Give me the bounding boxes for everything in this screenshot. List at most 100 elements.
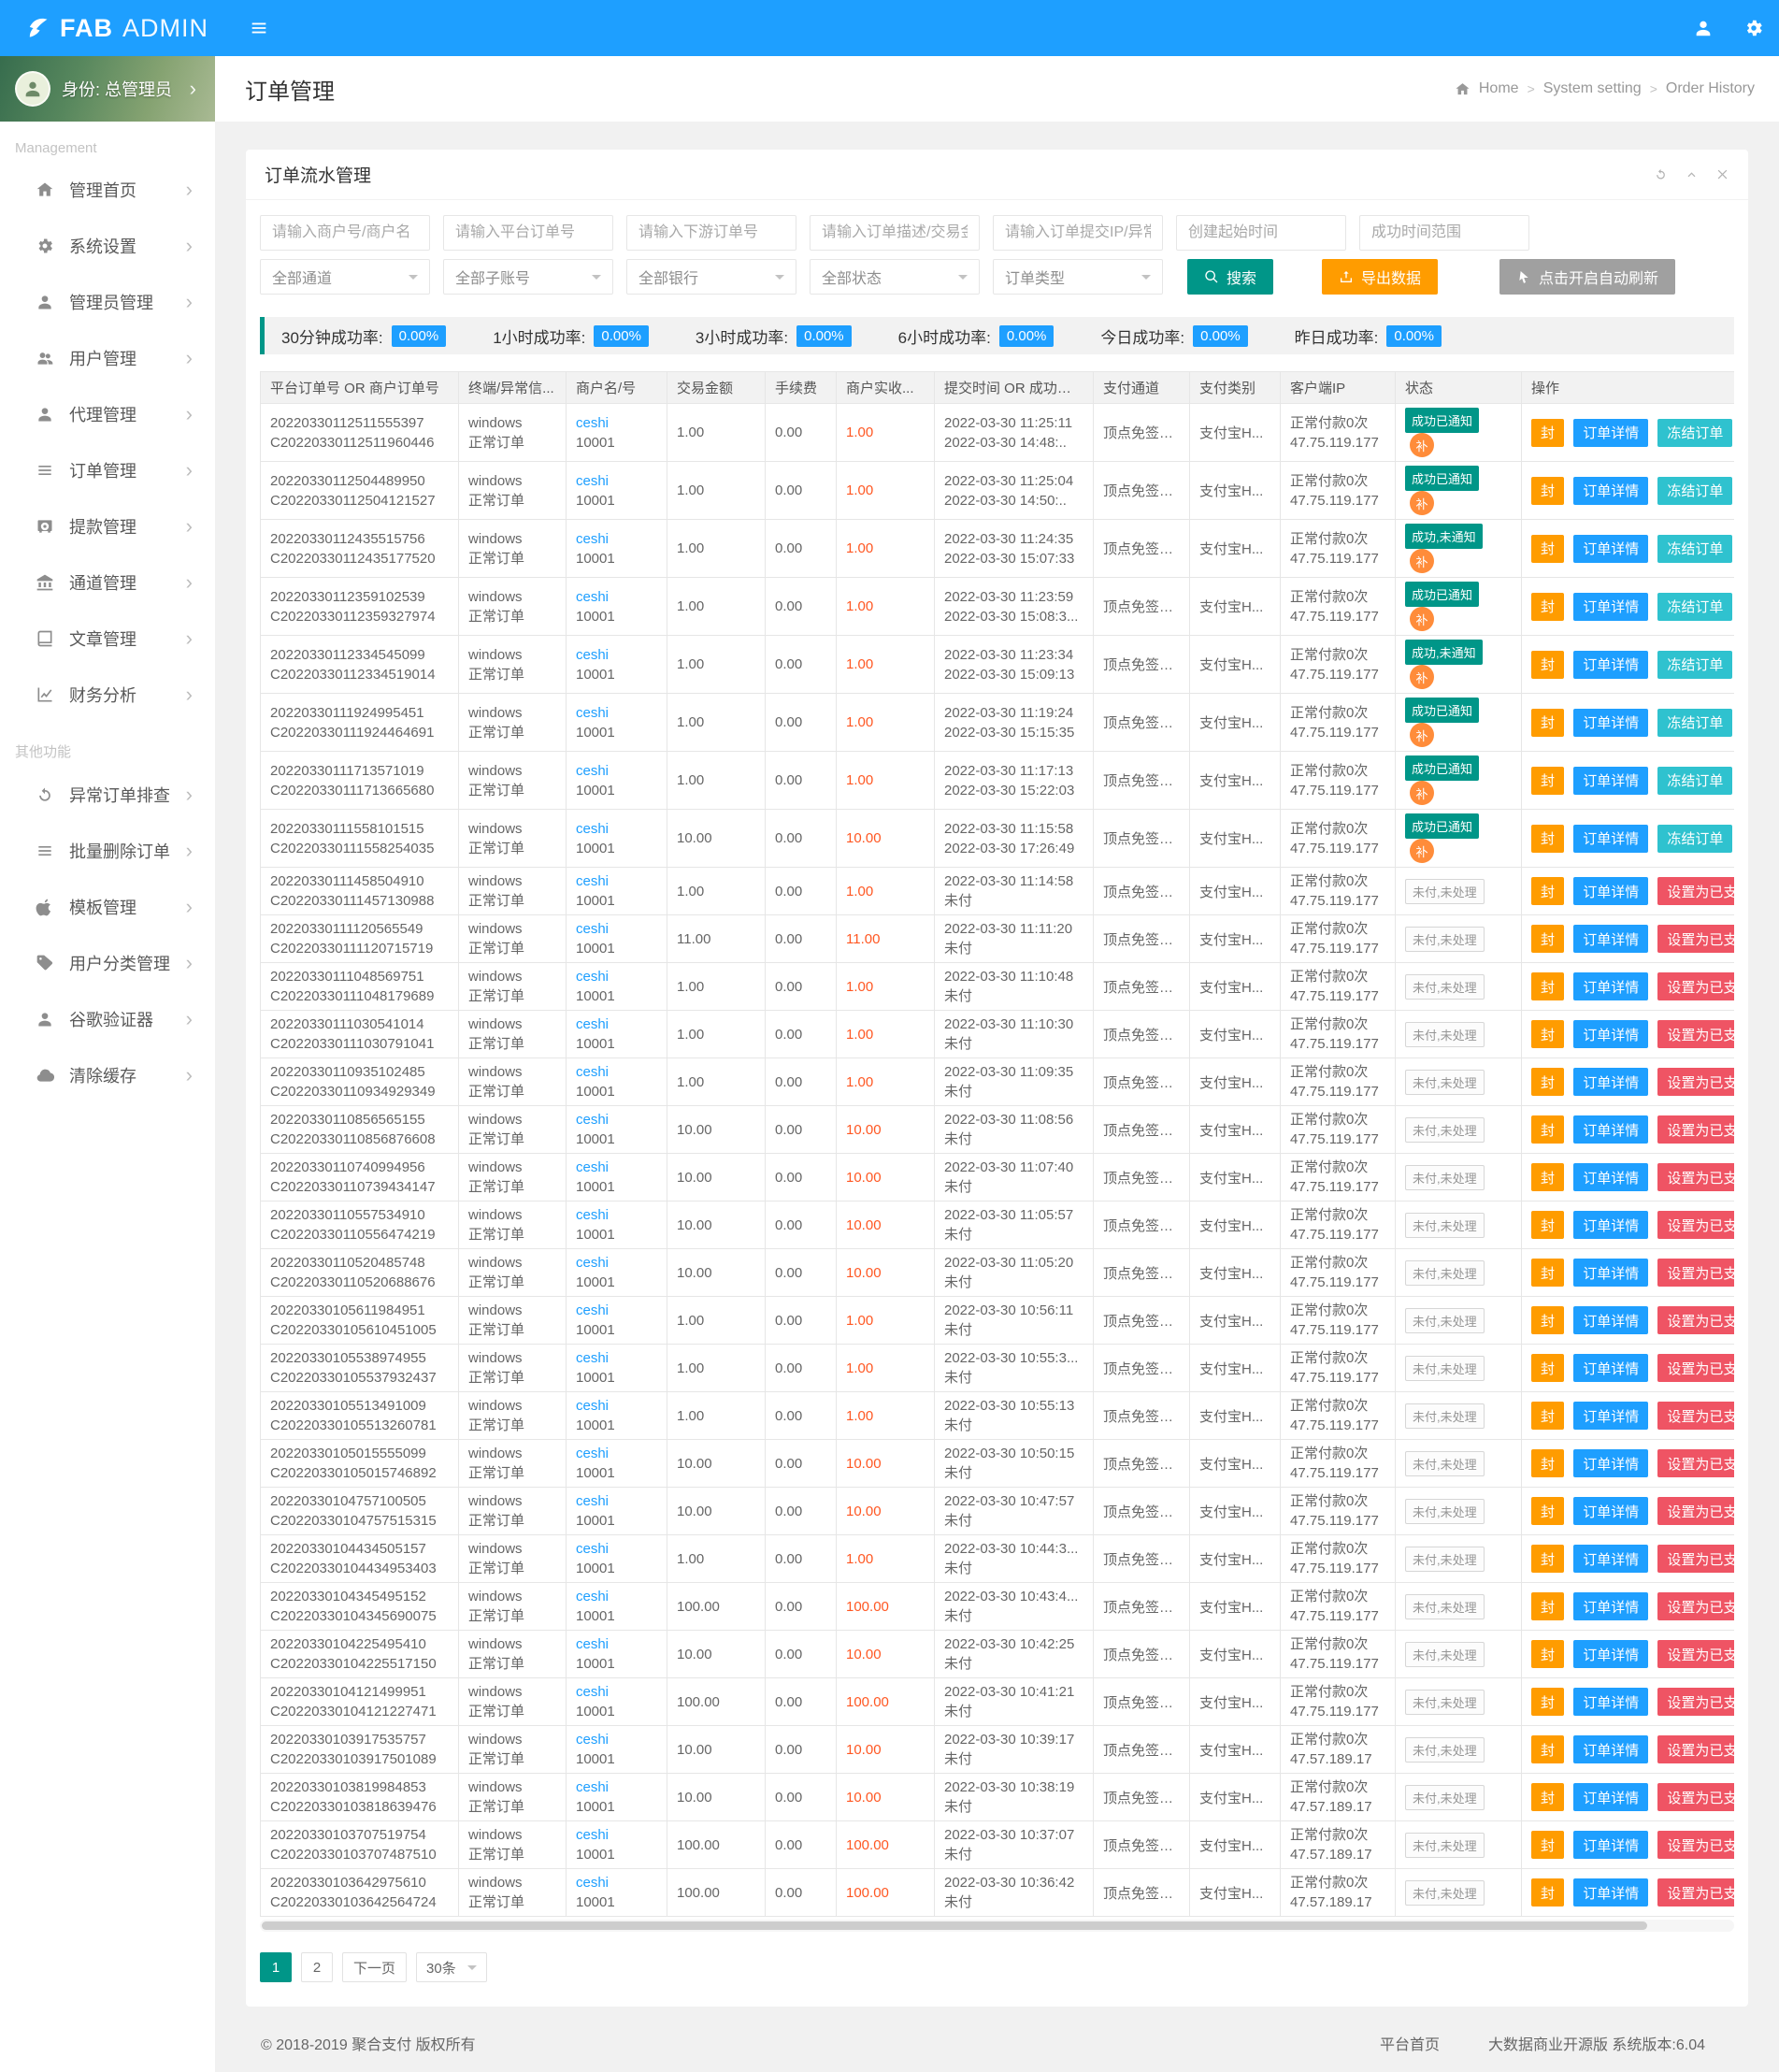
seal-button[interactable]: 封	[1531, 1688, 1564, 1716]
set-paid-button[interactable]: 设置为已支付	[1657, 1545, 1734, 1573]
freeze-order-button[interactable]: 冻结订单	[1657, 593, 1732, 621]
set-paid-button[interactable]: 设置为已支付	[1657, 1592, 1734, 1620]
sidebar-item-tag[interactable]: 用户分类管理 ›	[0, 935, 215, 991]
merchant-name-link[interactable]: ceshi	[576, 1444, 657, 1463]
merchant-name-link[interactable]: ceshi	[576, 1253, 657, 1273]
filter-select-3[interactable]: 全部状态	[810, 259, 980, 295]
order-detail-button[interactable]: 订单详情	[1573, 1211, 1648, 1239]
order-detail-button[interactable]: 订单详情	[1573, 1688, 1648, 1716]
sidebar-item-home[interactable]: 管理首页 ›	[0, 162, 215, 218]
order-detail-button[interactable]: 订单详情	[1573, 1259, 1648, 1287]
merchant-name-link[interactable]: ceshi	[576, 1634, 657, 1654]
merchant-name-link[interactable]: ceshi	[576, 703, 657, 723]
sidebar-item-bank[interactable]: 通道管理 ›	[0, 554, 215, 611]
merchant-name-link[interactable]: ceshi	[576, 1730, 657, 1749]
sidebar-item-cog[interactable]: 系统设置 ›	[0, 218, 215, 274]
merchant-name-link[interactable]: ceshi	[576, 1062, 657, 1082]
seal-button[interactable]: 封	[1531, 1783, 1564, 1811]
merchant-name-link[interactable]: ceshi	[576, 1348, 657, 1368]
freeze-order-button[interactable]: 冻结订单	[1657, 535, 1732, 563]
merchant-name-link[interactable]: ceshi	[576, 1825, 657, 1845]
order-detail-button[interactable]: 订单详情	[1573, 1068, 1648, 1096]
freeze-order-button[interactable]: 冻结订单	[1657, 419, 1732, 447]
merchant-name-link[interactable]: ceshi	[576, 967, 657, 986]
seal-button[interactable]: 封	[1531, 1878, 1564, 1907]
horizontal-scrollbar[interactable]	[260, 1920, 1734, 1932]
freeze-order-button[interactable]: 冻结订单	[1657, 651, 1732, 679]
merchant-name-link[interactable]: ceshi	[576, 1110, 657, 1130]
set-paid-button[interactable]: 设置为已支付	[1657, 1497, 1734, 1525]
merchant-name-link[interactable]: ceshi	[576, 1396, 657, 1416]
seal-button[interactable]: 封	[1531, 1449, 1564, 1477]
order-detail-button[interactable]: 订单详情	[1573, 1878, 1648, 1907]
order-detail-button[interactable]: 订单详情	[1573, 535, 1648, 563]
seal-button[interactable]: 封	[1531, 477, 1564, 505]
filter-select-2[interactable]: 全部银行	[626, 259, 796, 295]
app-logo[interactable]: FAB ADMIN	[0, 0, 215, 56]
collapse-icon[interactable]	[1685, 167, 1699, 181]
seal-button[interactable]: 封	[1531, 1592, 1564, 1620]
order-detail-button[interactable]: 订单详情	[1573, 877, 1648, 905]
seal-button[interactable]: 封	[1531, 925, 1564, 953]
set-paid-button[interactable]: 设置为已支付	[1657, 1306, 1734, 1334]
merchant-name-link[interactable]: ceshi	[576, 587, 657, 607]
seal-button[interactable]: 封	[1531, 651, 1564, 679]
seal-button[interactable]: 封	[1531, 1831, 1564, 1859]
seal-button[interactable]: 封	[1531, 709, 1564, 737]
order-detail-button[interactable]: 订单详情	[1573, 593, 1648, 621]
breadcrumb-system-setting[interactable]: System setting	[1543, 80, 1642, 97]
order-detail-button[interactable]: 订单详情	[1573, 1735, 1648, 1763]
merchant-name-link[interactable]: ceshi	[576, 1491, 657, 1511]
filter-select-4[interactable]: 订单类型	[993, 259, 1163, 295]
platform-home-link[interactable]: 平台首页	[1380, 2032, 1440, 2054]
seal-button[interactable]: 封	[1531, 1354, 1564, 1382]
seal-button[interactable]: 封	[1531, 1259, 1564, 1287]
page-button-1[interactable]: 1	[260, 1952, 292, 1982]
filter-input-5[interactable]	[1176, 215, 1346, 251]
page-button-2[interactable]: 2	[301, 1952, 333, 1982]
merchant-name-link[interactable]: ceshi	[576, 529, 657, 549]
seal-button[interactable]: 封	[1531, 1735, 1564, 1763]
freeze-order-button[interactable]: 冻结订单	[1657, 477, 1732, 505]
sidebar-item-cloud[interactable]: 清除缓存 ›	[0, 1047, 215, 1103]
set-paid-button[interactable]: 设置为已支付	[1657, 1020, 1734, 1048]
resend-badge[interactable]: 补	[1410, 549, 1434, 573]
order-detail-button[interactable]: 订单详情	[1573, 1402, 1648, 1430]
order-detail-button[interactable]: 订单详情	[1573, 1497, 1648, 1525]
seal-button[interactable]: 封	[1531, 1020, 1564, 1048]
order-detail-button[interactable]: 订单详情	[1573, 1020, 1648, 1048]
seal-button[interactable]: 封	[1531, 1640, 1564, 1668]
merchant-name-link[interactable]: ceshi	[576, 1301, 657, 1320]
order-detail-button[interactable]: 订单详情	[1573, 477, 1648, 505]
filter-input-0[interactable]	[260, 215, 430, 251]
sidebar-toggle-button[interactable]	[238, 0, 280, 56]
set-paid-button[interactable]: 设置为已支付	[1657, 1640, 1734, 1668]
resend-badge[interactable]: 补	[1410, 665, 1434, 689]
order-detail-button[interactable]: 订单详情	[1573, 1449, 1648, 1477]
filter-input-6[interactable]	[1359, 215, 1529, 251]
order-detail-button[interactable]: 订单详情	[1573, 972, 1648, 1000]
seal-button[interactable]: 封	[1531, 1068, 1564, 1096]
set-paid-button[interactable]: 设置为已支付	[1657, 925, 1734, 953]
merchant-name-link[interactable]: ceshi	[576, 1587, 657, 1606]
scrollbar-thumb[interactable]	[262, 1921, 1647, 1930]
page-size-select[interactable]: 30条	[416, 1952, 487, 1982]
freeze-order-button[interactable]: 冻结订单	[1657, 767, 1732, 795]
filter-input-2[interactable]	[626, 215, 796, 251]
set-paid-button[interactable]: 设置为已支付	[1657, 1449, 1734, 1477]
seal-button[interactable]: 封	[1531, 1497, 1564, 1525]
order-detail-button[interactable]: 订单详情	[1573, 1354, 1648, 1382]
merchant-name-link[interactable]: ceshi	[576, 413, 657, 433]
order-detail-button[interactable]: 订单详情	[1573, 825, 1648, 853]
seal-button[interactable]: 封	[1531, 767, 1564, 795]
breadcrumb-home[interactable]: Home	[1479, 80, 1519, 97]
merchant-name-link[interactable]: ceshi	[576, 471, 657, 491]
sidebar-item-book[interactable]: 文章管理 ›	[0, 611, 215, 667]
seal-button[interactable]: 封	[1531, 877, 1564, 905]
seal-button[interactable]: 封	[1531, 535, 1564, 563]
merchant-name-link[interactable]: ceshi	[576, 1777, 657, 1797]
order-detail-button[interactable]: 订单详情	[1573, 1163, 1648, 1191]
set-paid-button[interactable]: 设置为已支付	[1657, 1688, 1734, 1716]
user-menu-button[interactable]	[1678, 0, 1729, 56]
seal-button[interactable]: 封	[1531, 1163, 1564, 1191]
